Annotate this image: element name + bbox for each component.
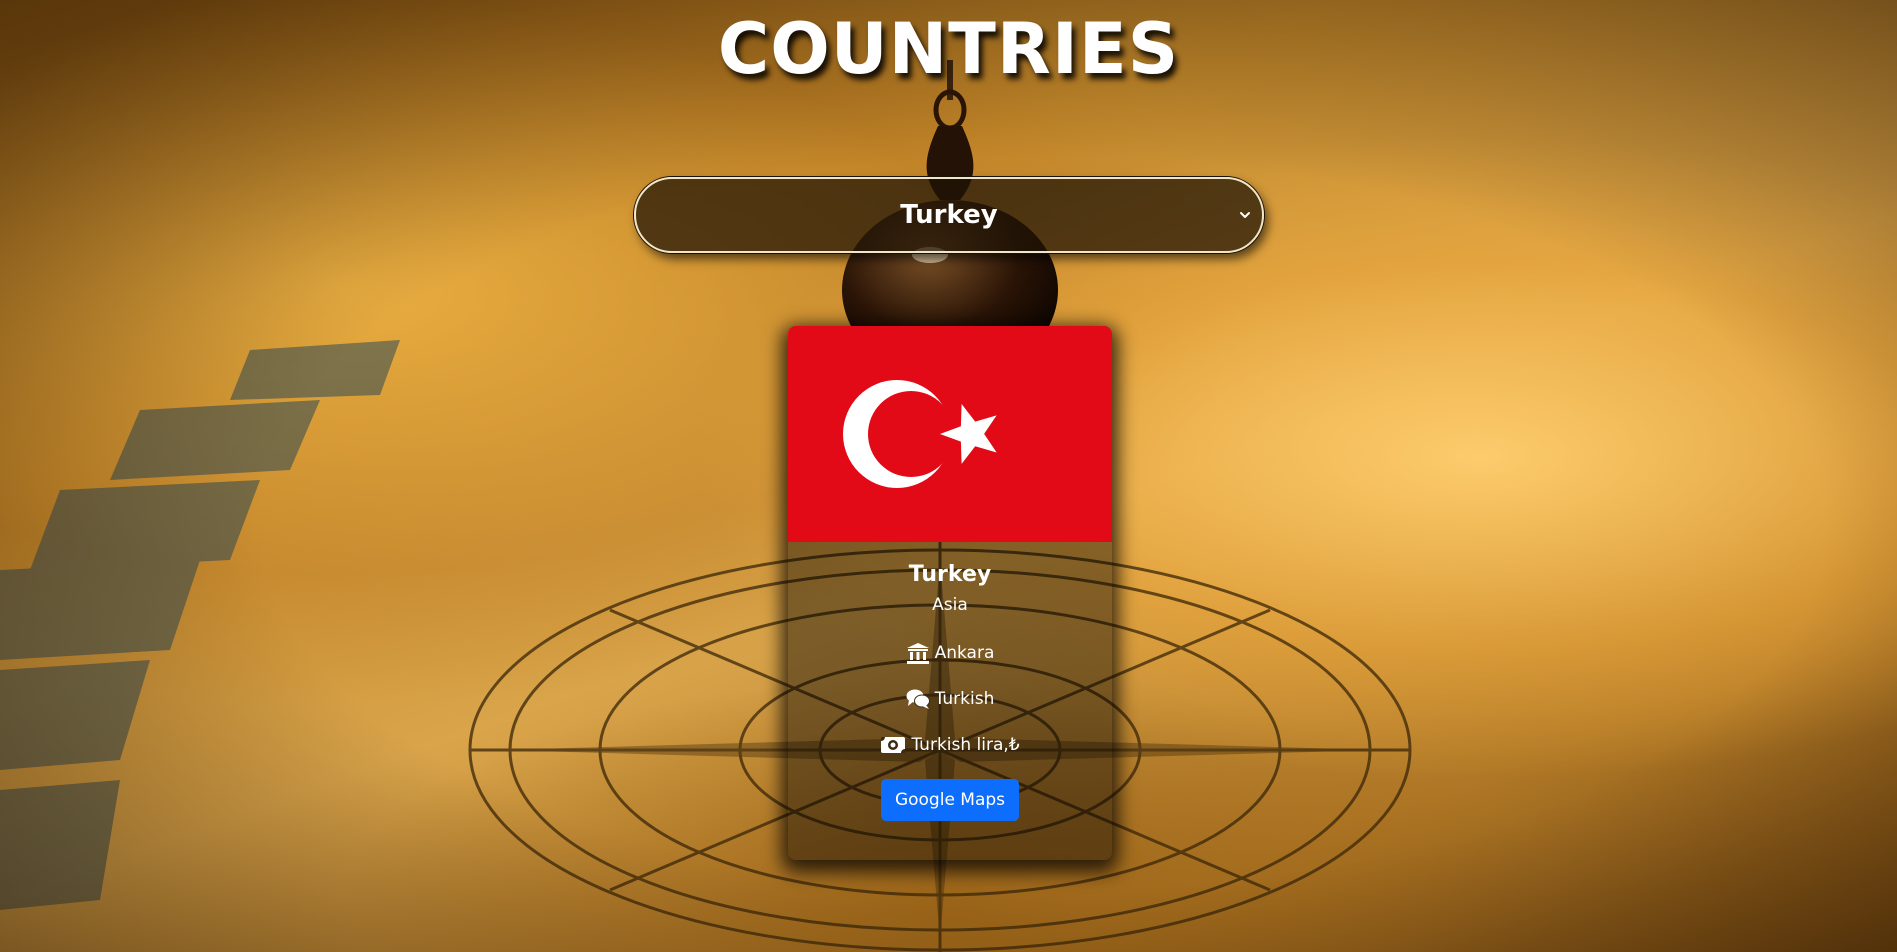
country-card: Turkey Asia Ankara Turkish Turkish lira,…	[788, 326, 1112, 860]
currency-value: Turkish lira,₺	[911, 735, 1020, 755]
capital-row: Ankara	[788, 641, 1112, 665]
language-value: Turkish	[934, 689, 995, 709]
currency-row: Turkish lira,₺	[788, 733, 1112, 757]
country-name: Turkey	[908, 562, 992, 587]
comments-icon	[906, 689, 930, 709]
landmark-icon	[906, 643, 929, 664]
money-bill-icon	[881, 737, 906, 753]
capital-value: Ankara	[934, 643, 995, 663]
language-row: Turkish	[788, 687, 1112, 711]
chevron-down-icon	[1240, 212, 1250, 218]
page-title: COUNTRIES	[717, 8, 1180, 90]
country-select[interactable]: Turkey	[634, 177, 1264, 253]
country-select-value: Turkey	[900, 200, 998, 230]
google-maps-button[interactable]: Google Maps	[880, 779, 1020, 821]
turkey-flag-image	[788, 326, 1112, 542]
country-region: Asia	[932, 595, 968, 615]
